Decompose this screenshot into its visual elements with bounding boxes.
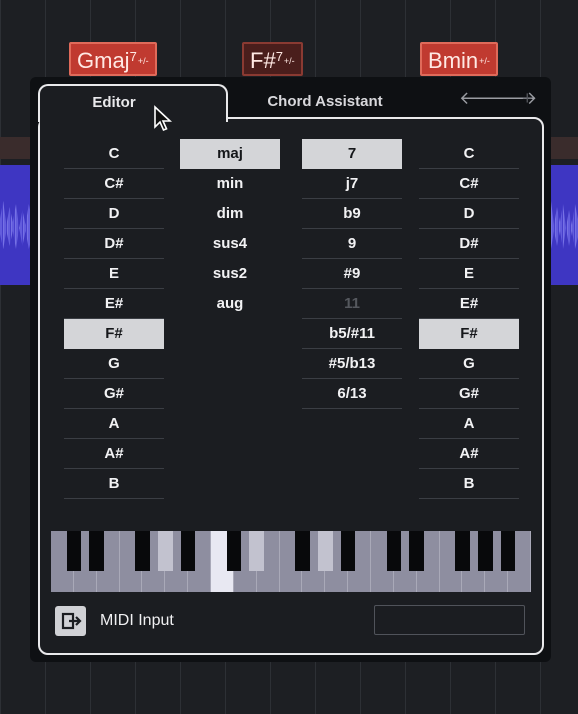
black-key xyxy=(66,531,82,571)
tension-item[interactable]: b5/#11 xyxy=(302,319,402,349)
root-note-item[interactable]: C xyxy=(64,139,164,169)
chord-event-gmaj7[interactable]: Gmaj7+/- xyxy=(69,42,157,76)
midi-input-display xyxy=(374,605,525,635)
keyboard-display xyxy=(51,531,531,592)
chord-event-bmin[interactable]: Bmin+/- xyxy=(420,42,498,76)
black-key xyxy=(455,531,470,571)
midi-input-icon[interactable] xyxy=(55,606,86,636)
black-key xyxy=(317,531,333,571)
bass-note-item[interactable]: B xyxy=(419,469,519,499)
bass-note-item[interactable]: E# xyxy=(419,289,519,319)
black-key xyxy=(89,531,105,571)
black-key xyxy=(249,531,265,571)
root-note-item[interactable]: E# xyxy=(64,289,164,319)
bass-note-column: C C# D D# E E# F# G G# A A# B xyxy=(419,139,519,499)
bass-note-item[interactable]: A xyxy=(419,409,519,439)
root-note-column: C C# D D# E E# F# G G# A A# B xyxy=(64,139,164,499)
chord-type-item[interactable]: maj xyxy=(180,139,280,169)
tension-item[interactable]: #5/b13 xyxy=(302,349,402,379)
root-note-item[interactable]: F# xyxy=(64,319,164,349)
chord-type-item[interactable]: aug xyxy=(180,289,280,319)
black-key xyxy=(226,531,242,571)
tension-column: 7 j7 b9 9 #9 11 b5/#11 #5/b13 6/13 xyxy=(302,139,402,409)
bass-note-item[interactable]: G# xyxy=(419,379,519,409)
chord-event-f-sharp-7[interactable]: F#7+/- xyxy=(242,42,303,76)
tension-item[interactable]: 7 xyxy=(302,139,402,169)
root-note-item[interactable]: G# xyxy=(64,379,164,409)
black-key xyxy=(340,531,356,571)
black-key xyxy=(295,531,310,571)
bass-note-item[interactable]: C xyxy=(419,139,519,169)
audio-event-left[interactable] xyxy=(0,165,32,285)
black-key xyxy=(409,531,425,571)
root-note-item[interactable]: D xyxy=(64,199,164,229)
tension-item[interactable]: 9 xyxy=(302,229,402,259)
root-note-item[interactable]: D# xyxy=(64,229,164,259)
root-note-item[interactable]: A# xyxy=(64,439,164,469)
chord-type-item[interactable]: sus4 xyxy=(180,229,280,259)
bass-note-item[interactable]: A# xyxy=(419,439,519,469)
chord-type-item[interactable]: dim xyxy=(180,199,280,229)
bass-note-item[interactable]: G xyxy=(419,349,519,379)
black-key xyxy=(500,531,516,571)
mouse-pointer-icon xyxy=(154,105,173,132)
tension-item[interactable]: b9 xyxy=(302,199,402,229)
tension-item[interactable]: 6/13 xyxy=(302,379,402,409)
black-key xyxy=(386,531,402,571)
tension-item[interactable]: #9 xyxy=(302,259,402,289)
root-note-item[interactable]: E xyxy=(64,259,164,289)
tab-chord-assistant[interactable]: Chord Assistant xyxy=(240,88,410,116)
tension-item[interactable]: 11 xyxy=(302,289,402,319)
black-key xyxy=(135,531,150,571)
root-note-item[interactable]: B xyxy=(64,469,164,499)
bass-note-item[interactable]: D xyxy=(419,199,519,229)
bass-note-item[interactable]: E xyxy=(419,259,519,289)
root-note-item[interactable]: C# xyxy=(64,169,164,199)
chord-type-item[interactable]: min xyxy=(180,169,280,199)
root-note-item[interactable]: G xyxy=(64,349,164,379)
chord-type-column: maj min dim sus4 sus2 aug xyxy=(180,139,280,319)
black-key xyxy=(157,531,173,571)
bass-note-item[interactable]: D# xyxy=(419,229,519,259)
midi-input-label: MIDI Input xyxy=(100,612,174,629)
tab-editor[interactable]: Editor xyxy=(38,84,228,128)
audio-event-right[interactable] xyxy=(548,165,578,285)
tension-item[interactable]: j7 xyxy=(302,169,402,199)
add-icon[interactable]: + xyxy=(522,88,533,109)
chord-type-item[interactable]: sus2 xyxy=(180,259,280,289)
black-key xyxy=(180,531,196,571)
black-key xyxy=(477,531,493,571)
bass-note-item[interactable]: F# xyxy=(419,319,519,349)
root-note-item[interactable]: A xyxy=(64,409,164,439)
bass-note-item[interactable]: C# xyxy=(419,169,519,199)
